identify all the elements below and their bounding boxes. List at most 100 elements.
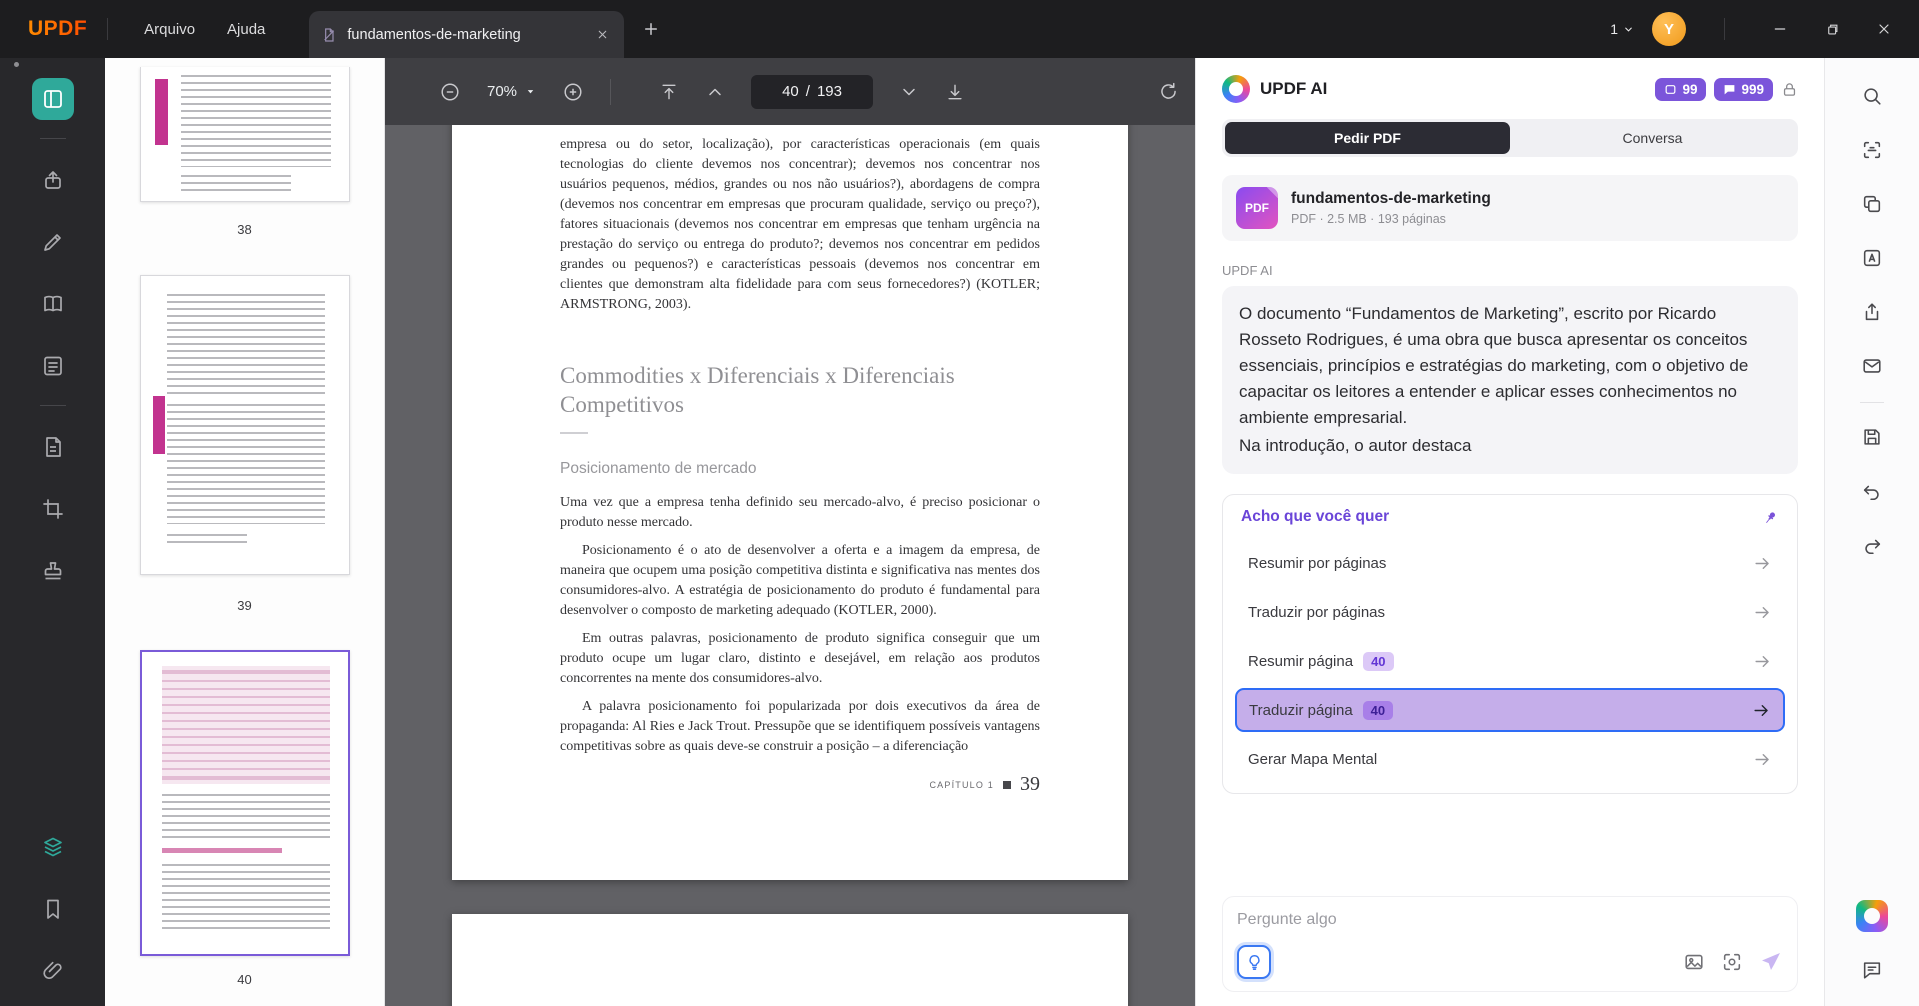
suggestion-resumir-por-paginas[interactable]: Resumir por páginas bbox=[1235, 541, 1785, 585]
next-page-button[interactable] bbox=[899, 82, 919, 102]
tab-conversa[interactable]: Conversa bbox=[1510, 122, 1795, 154]
ai-panel-header: UPDF AI 99 999 bbox=[1196, 58, 1824, 113]
titlebar-divider bbox=[107, 18, 108, 40]
export-icon[interactable] bbox=[32, 159, 74, 201]
zoom-level-dropdown[interactable]: 70% bbox=[487, 83, 536, 100]
pdf-file-icon: PDF bbox=[1236, 187, 1278, 229]
tab-pedir-pdf[interactable]: Pedir PDF bbox=[1225, 122, 1510, 154]
ai-input-toolbar bbox=[1237, 945, 1783, 979]
page-separator: / bbox=[806, 83, 810, 100]
document-tab-icon bbox=[321, 27, 337, 43]
pdf-page-40 bbox=[452, 914, 1128, 1006]
ai-input-area bbox=[1222, 896, 1798, 992]
right-tool-rail bbox=[1824, 58, 1919, 1006]
translate-page-icon[interactable] bbox=[1852, 238, 1892, 278]
thumbnail-page-40[interactable] bbox=[140, 650, 350, 956]
credits-badge[interactable]: 99 bbox=[1655, 78, 1706, 101]
stamp-icon[interactable] bbox=[32, 550, 74, 592]
bookmark-icon[interactable] bbox=[32, 888, 74, 930]
search-icon[interactable] bbox=[1852, 76, 1892, 116]
file-card-info: fundamentos-de-marketing PDF · 2.5 MB · … bbox=[1291, 190, 1491, 226]
ai-tabs: Pedir PDF Conversa bbox=[1222, 119, 1798, 157]
thumbnail-page-38[interactable] bbox=[140, 67, 350, 202]
thumbnail-content bbox=[162, 864, 330, 934]
page-paragraph: empresa ou do setor, localização), por c… bbox=[560, 135, 1040, 315]
chat-count: 999 bbox=[1741, 82, 1764, 97]
minimize-button[interactable] bbox=[1763, 12, 1797, 46]
insert-image-icon[interactable] bbox=[1683, 951, 1705, 973]
pages-icon[interactable] bbox=[32, 426, 74, 468]
new-tab-button[interactable] bbox=[642, 20, 660, 38]
section-subheading: Posicionamento de mercado bbox=[560, 460, 1040, 478]
chevron-down-icon bbox=[1623, 24, 1634, 35]
arrow-right-icon bbox=[1753, 750, 1772, 769]
edit-icon[interactable] bbox=[32, 221, 74, 263]
updf-ai-panel: UPDF AI 99 999 Pedir PDF bbox=[1195, 58, 1824, 1006]
comment-icon[interactable] bbox=[1852, 950, 1892, 990]
suggestion-resumir-pagina[interactable]: Resumir página 40 bbox=[1235, 639, 1785, 683]
document-area: 70% 40 / 193 bbox=[385, 58, 1195, 1006]
share-icon[interactable] bbox=[1852, 292, 1892, 332]
suggestion-label: Resumir por páginas bbox=[1248, 555, 1386, 572]
suggestions-header: Acho que você quer bbox=[1235, 508, 1785, 536]
undo-icon[interactable] bbox=[1852, 471, 1892, 511]
screenshot-icon[interactable] bbox=[1721, 951, 1743, 973]
tab-close-icon[interactable] bbox=[592, 25, 612, 45]
pin-icon[interactable] bbox=[1762, 509, 1779, 526]
pdf-page-39: empresa ou do setor, localização), por c… bbox=[452, 125, 1128, 880]
page-indicator[interactable]: 40 / 193 bbox=[751, 75, 873, 109]
window-count: 1 bbox=[1610, 21, 1618, 37]
zoom-in-button[interactable] bbox=[562, 81, 584, 103]
updf-ai-shortcut-icon[interactable] bbox=[1852, 896, 1892, 936]
thumbnail-content bbox=[167, 534, 247, 544]
page-badge: 40 bbox=[1363, 652, 1393, 671]
ocr-icon[interactable] bbox=[1852, 130, 1892, 170]
extract-pages-icon[interactable] bbox=[1852, 184, 1892, 224]
rail-divider bbox=[40, 405, 66, 406]
suggestion-traduzir-por-paginas[interactable]: Traduzir por páginas bbox=[1235, 590, 1785, 634]
suggestion-traduzir-pagina[interactable]: Traduzir página 40 bbox=[1235, 688, 1785, 732]
notification-dot bbox=[14, 62, 19, 67]
thumbnails-view-icon[interactable] bbox=[32, 78, 74, 120]
crop-icon[interactable] bbox=[32, 488, 74, 530]
left-tool-rail bbox=[0, 58, 105, 1006]
rotate-page-button[interactable] bbox=[1158, 81, 1179, 102]
file-card[interactable]: PDF fundamentos-de-marketing PDF · 2.5 M… bbox=[1222, 175, 1798, 241]
ai-prompt-input[interactable] bbox=[1237, 911, 1783, 929]
email-icon[interactable] bbox=[1852, 346, 1892, 386]
suggestions-title: Acho que você quer bbox=[1241, 508, 1389, 526]
annotate-icon[interactable] bbox=[32, 345, 74, 387]
thumbnail-page-39[interactable] bbox=[140, 275, 350, 575]
attachment-icon[interactable] bbox=[32, 950, 74, 992]
reader-icon[interactable] bbox=[32, 283, 74, 325]
arrow-right-icon bbox=[1753, 603, 1772, 622]
avatar[interactable]: Y bbox=[1652, 12, 1686, 46]
menu-arquivo[interactable]: Arquivo bbox=[128, 13, 211, 46]
close-window-button[interactable] bbox=[1867, 12, 1901, 46]
suggestion-label: Gerar Mapa Mental bbox=[1248, 751, 1377, 768]
menu-ajuda[interactable]: Ajuda bbox=[211, 13, 281, 46]
thumbnail-content bbox=[153, 396, 165, 454]
last-page-button[interactable] bbox=[945, 82, 965, 102]
save-icon[interactable] bbox=[1852, 417, 1892, 457]
ideas-lightbulb-button[interactable] bbox=[1237, 945, 1271, 979]
first-page-button[interactable] bbox=[659, 82, 679, 102]
pdf-viewer[interactable]: empresa ou do setor, localização), por c… bbox=[385, 125, 1195, 1006]
zoom-out-button[interactable] bbox=[439, 81, 461, 103]
footer-page-number: 39 bbox=[1020, 773, 1040, 796]
section-heading: Commodities x Diferenciais x Diferenciai… bbox=[560, 361, 1040, 419]
arrow-right-icon bbox=[1753, 652, 1772, 671]
updf-logo: UPDF bbox=[28, 17, 87, 41]
maximize-button[interactable] bbox=[1815, 12, 1849, 46]
toolbar-divider bbox=[610, 79, 611, 105]
organize-pages-icon[interactable] bbox=[32, 826, 74, 868]
window-selector[interactable]: 1 bbox=[1610, 21, 1634, 37]
page-current: 40 bbox=[782, 83, 799, 100]
chat-credits-badge[interactable]: 999 bbox=[1714, 78, 1773, 101]
page-paragraph: Uma vez que a empresa tenha definido seu… bbox=[560, 493, 1040, 533]
redo-icon[interactable] bbox=[1852, 525, 1892, 565]
send-button[interactable] bbox=[1759, 950, 1783, 974]
suggestion-gerar-mapa-mental[interactable]: Gerar Mapa Mental bbox=[1235, 737, 1785, 781]
document-tab[interactable]: fundamentos-de-marketing bbox=[309, 11, 624, 58]
previous-page-button[interactable] bbox=[705, 82, 725, 102]
